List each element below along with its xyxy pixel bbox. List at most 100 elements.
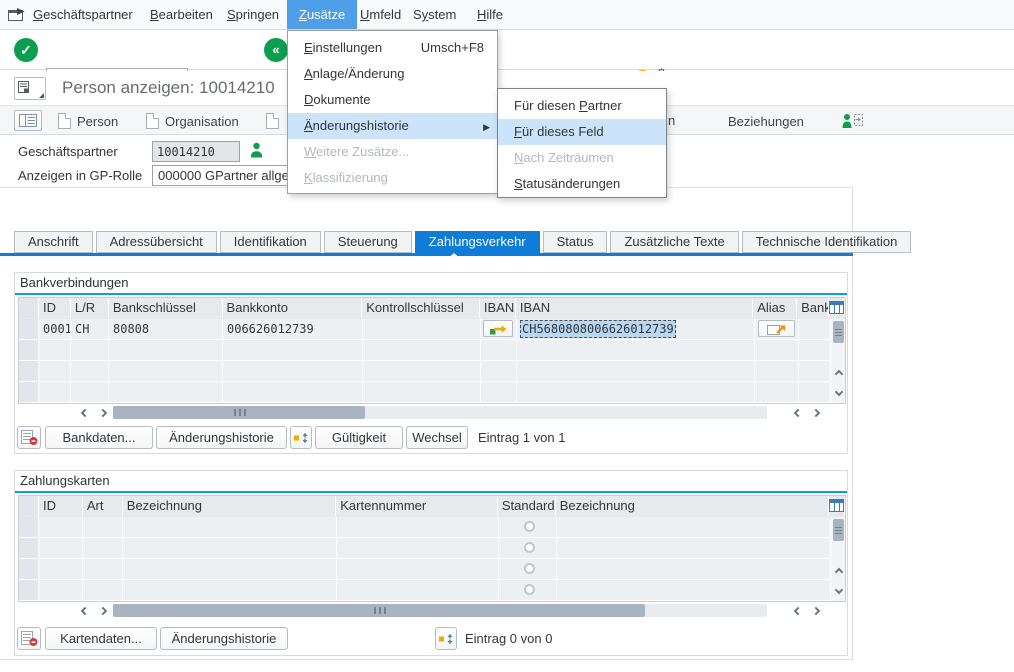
column-header-bankkonto[interactable]: Bankkonto [223, 298, 363, 318]
menu-item-dokumente[interactable]: Dokumente [288, 87, 497, 113]
row-selector-cell[interactable] [19, 538, 39, 558]
empty-cell[interactable] [39, 340, 71, 360]
empty-cell[interactable] [123, 538, 337, 558]
back-button[interactable]: « [264, 38, 288, 62]
row-selector-cell[interactable] [19, 319, 39, 339]
horizontal-scrollbar[interactable] [113, 604, 767, 617]
menubar-item-bearbeiten[interactable]: Bearbeiten [150, 0, 213, 29]
cards-table-empty-row[interactable] [19, 517, 845, 538]
column-header-id[interactable]: ID [39, 496, 83, 516]
empty-cell[interactable] [799, 361, 831, 381]
cards-table-empty-row[interactable] [19, 580, 845, 601]
menubar-item-geschaeftspartner[interactable]: Geschäftspartner [33, 0, 133, 29]
scroll-right-button[interactable] [808, 406, 824, 420]
column-header-bezeichnung2[interactable]: Bezeichnung [556, 496, 829, 516]
menubar-item-umfeld[interactable]: Umfeld [360, 0, 401, 29]
menubar-item-zusaetze[interactable]: Zusätze [287, 0, 357, 29]
empty-cell[interactable] [337, 538, 499, 558]
organisation-button[interactable]: Organisation [146, 110, 239, 132]
standard-radio[interactable] [524, 563, 535, 574]
system-menu-icon[interactable] [8, 8, 25, 24]
scroll-down-button[interactable] [831, 385, 847, 399]
cell-iban[interactable]: CH5680808006626012739 [517, 319, 755, 339]
tab-zahlungsverkehr[interactable]: Zahlungsverkehr [415, 231, 540, 253]
cards-aenderungshistorie-button[interactable]: Änderungshistorie [160, 627, 288, 650]
empty-cell[interactable] [557, 517, 831, 537]
row-selector-cell[interactable] [19, 340, 39, 360]
empty-cell[interactable] [363, 382, 481, 402]
column-header-selector[interactable] [19, 298, 39, 318]
empty-cell[interactable] [123, 559, 337, 579]
empty-cell[interactable] [755, 340, 799, 360]
bank-table-empty-row[interactable] [19, 340, 845, 361]
vertical-scrollbar[interactable] [830, 517, 845, 601]
wechsel-button[interactable]: Wechsel [406, 426, 468, 449]
empty-cell[interactable] [517, 361, 755, 381]
empty-cell[interactable] [39, 580, 83, 600]
empty-cell[interactable] [481, 340, 517, 360]
gruppe-button-partially-hidden[interactable] [266, 110, 279, 132]
row-selector-cell[interactable] [19, 382, 39, 402]
empty-cell[interactable] [83, 580, 123, 600]
menubar-item-springen[interactable]: Springen [227, 0, 279, 29]
scrollbar-handle[interactable] [113, 604, 645, 617]
column-header-selector[interactable] [19, 496, 39, 516]
empty-cell[interactable] [517, 340, 755, 360]
column-header-art[interactable]: Art [83, 496, 123, 516]
empty-cell[interactable] [337, 559, 499, 579]
tab-anschrift[interactable]: Anschrift [14, 231, 93, 253]
empty-cell[interactable] [39, 517, 83, 537]
empty-cell[interactable] [109, 340, 223, 360]
menu-item-aenderungshistorie[interactable]: Änderungshistorie ▶ [288, 113, 497, 139]
tab-identifikation[interactable]: Identifikation [220, 231, 321, 253]
empty-cell[interactable] [337, 517, 499, 537]
scroll-up-button[interactable] [831, 367, 847, 381]
standard-radio[interactable] [524, 584, 535, 595]
scrollbar-handle[interactable] [833, 321, 844, 343]
scrollbar-handle[interactable] [113, 406, 365, 419]
empty-cell[interactable] [71, 382, 109, 402]
empty-cell[interactable] [83, 559, 123, 579]
scroll-up-button[interactable] [831, 565, 847, 579]
relationships-person-icon[interactable] [842, 112, 864, 132]
cell-id[interactable]: 0001 [39, 319, 71, 339]
submenu-item-fuer-dieses-feld[interactable]: Für dieses Feld [498, 119, 666, 145]
empty-cell[interactable] [71, 361, 109, 381]
scroll-right-button[interactable] [95, 604, 111, 618]
cell-kontrollschluessel[interactable] [363, 319, 481, 339]
horizontal-scrollbar[interactable] [113, 406, 767, 419]
beziehungen-button[interactable]: Beziehungen [728, 110, 804, 132]
person-button[interactable]: Person [58, 110, 118, 132]
empty-cell[interactable] [39, 559, 83, 579]
bankdaten-button[interactable]: Bankdaten... [45, 426, 153, 449]
empty-cell[interactable] [557, 580, 831, 600]
menubar-item-hilfe[interactable]: Hilfe [477, 0, 503, 29]
empty-cell[interactable] [223, 382, 363, 402]
empty-cell[interactable] [223, 361, 363, 381]
scroll-down-button[interactable] [831, 583, 847, 597]
scroll-left-button[interactable] [790, 604, 806, 618]
standard-radio[interactable] [524, 542, 535, 553]
row-selector-cell[interactable] [19, 559, 39, 579]
row-selector-cell[interactable] [19, 517, 39, 537]
empty-cell[interactable] [799, 382, 831, 402]
vertical-scrollbar[interactable] [830, 319, 845, 403]
empty-cell[interactable] [755, 382, 799, 402]
bank-aenderungshistorie-button[interactable]: Änderungshistorie [156, 426, 287, 449]
empty-cell[interactable] [799, 340, 831, 360]
scroll-left-button[interactable] [77, 406, 93, 420]
empty-cell[interactable] [109, 361, 223, 381]
gueltigkeit-button[interactable]: Gültigkeit [315, 426, 403, 449]
column-header-iban[interactable]: IBAN [516, 298, 753, 318]
bank-table-empty-row[interactable] [19, 382, 845, 403]
empty-cell[interactable] [39, 361, 71, 381]
empty-cell[interactable] [83, 538, 123, 558]
empty-cell[interactable] [223, 340, 363, 360]
column-header-lr[interactable]: L/R [71, 298, 109, 318]
empty-cell[interactable] [481, 382, 517, 402]
bank-table-row[interactable]: 0001 CH 80808 006626012739 CH56808080066… [19, 319, 845, 340]
tab-steuerung[interactable]: Steuerung [324, 231, 412, 253]
menubar-item-system[interactable]: System [413, 0, 456, 29]
services-for-object-button[interactable] [14, 77, 46, 100]
cards-table-empty-row[interactable] [19, 538, 845, 559]
